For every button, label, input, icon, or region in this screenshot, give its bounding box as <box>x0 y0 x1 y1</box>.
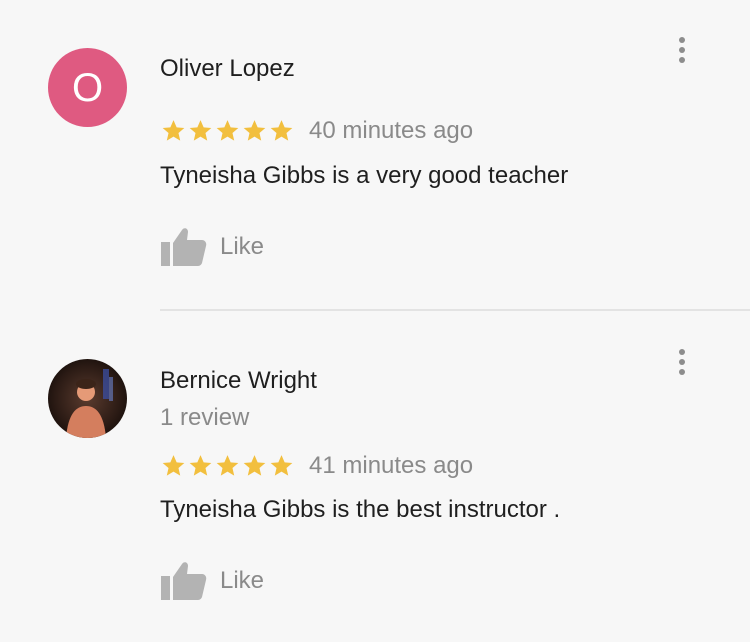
star-rating <box>160 118 295 144</box>
star-icon <box>162 120 185 141</box>
star-icon <box>162 455 185 476</box>
thumbs-up-icon <box>161 228 207 266</box>
rating-row: 41 minutes ago <box>160 449 473 483</box>
review-text: Tyneisha Gibbs is the best instructor . <box>160 496 561 523</box>
star-icon <box>216 455 239 476</box>
review-item: Bernice Wright 1 review 41 minutes ago T… <box>0 311 750 642</box>
more-vert-icon[interactable] <box>669 30 695 70</box>
review-timestamp: 41 minutes ago <box>309 452 474 479</box>
like-button[interactable]: Like <box>160 226 264 268</box>
like-button[interactable]: Like <box>160 560 264 602</box>
star-icon <box>270 120 293 141</box>
avatar[interactable]: O <box>48 48 127 127</box>
profile-photo <box>48 359 127 438</box>
like-label: Like <box>220 233 265 260</box>
like-label: Like <box>220 567 265 594</box>
thumbs-up-icon <box>161 562 207 600</box>
star-icon <box>243 455 266 476</box>
reviewer-name[interactable]: Oliver Lopez <box>160 55 295 83</box>
review-text: Tyneisha Gibbs is a very good teacher <box>160 162 569 189</box>
avatar-letter: O <box>71 65 104 110</box>
review-count[interactable]: 1 review <box>160 404 249 432</box>
star-icon <box>243 120 266 141</box>
review-item: O Oliver Lopez 40 minutes ago Tyneisha G… <box>0 0 750 310</box>
more-vert-icon[interactable] <box>669 342 695 382</box>
star-icon <box>270 455 293 476</box>
star-rating <box>160 453 295 479</box>
reviewer-name[interactable]: Bernice Wright <box>160 367 317 395</box>
star-icon <box>189 120 212 141</box>
review-timestamp: 40 minutes ago <box>309 117 474 144</box>
star-icon <box>216 120 239 141</box>
avatar[interactable] <box>48 359 127 438</box>
rating-row: 40 minutes ago <box>160 114 473 148</box>
star-icon <box>189 455 212 476</box>
